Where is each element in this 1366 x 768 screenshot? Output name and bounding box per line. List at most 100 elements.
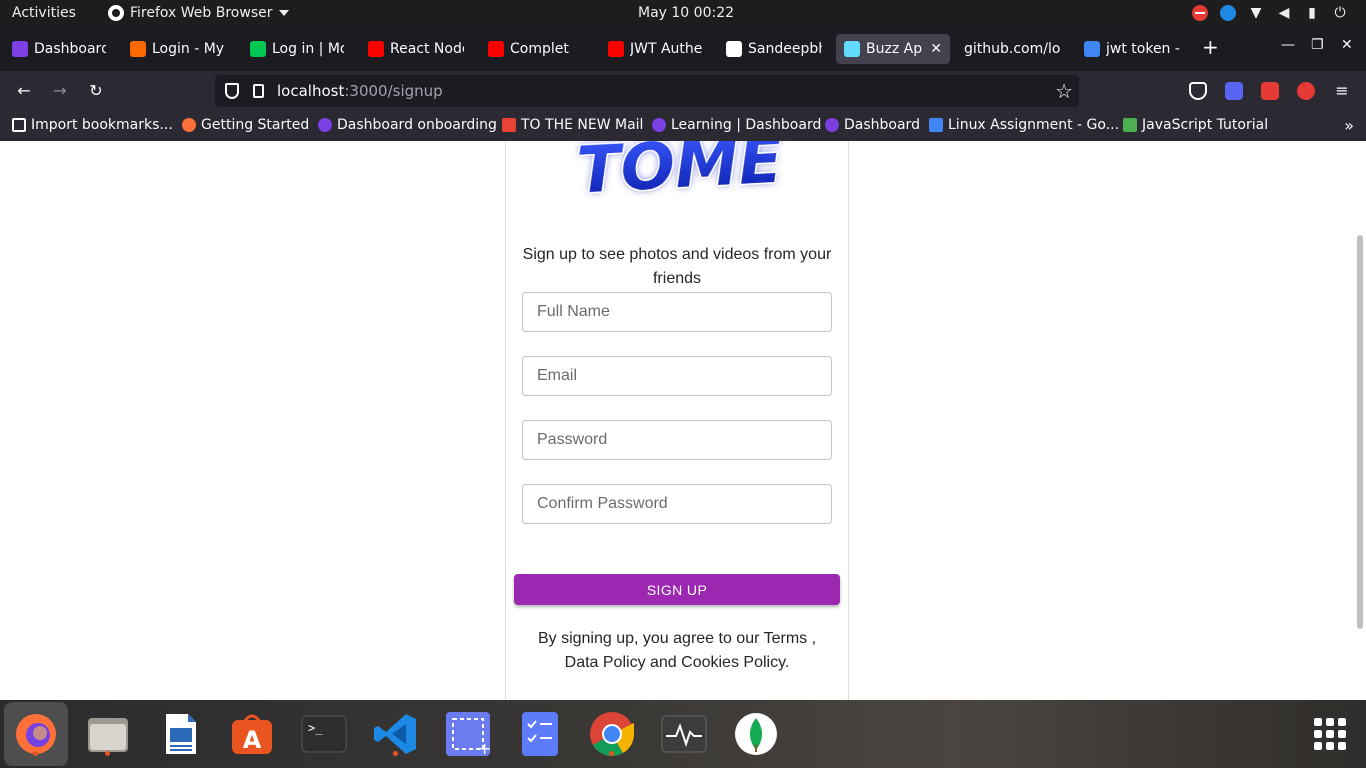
bookmark-javascript-tutorial[interactable]: JavaScript Tutorial	[1123, 117, 1268, 133]
zoom-extension-icon[interactable]	[1225, 82, 1243, 100]
email-input[interactable]	[522, 356, 832, 396]
new-tab-button[interactable]: +	[1202, 37, 1219, 57]
bookmark-dashboard-onboarding[interactable]: Dashboard onboarding	[318, 117, 497, 133]
sync-icon[interactable]	[1220, 5, 1236, 21]
firefox-favicon-icon	[182, 118, 196, 132]
tab-dashboard[interactable]: Dashboard	[4, 34, 114, 64]
gmail-icon	[502, 118, 516, 132]
bookmark-star-icon[interactable]: ☆	[1055, 79, 1073, 103]
tab-label: Buzz App	[866, 41, 923, 57]
signup-button[interactable]: SIGN UP	[514, 574, 840, 605]
system-top-bar: Activities Firefox Web Browser May 10 00…	[0, 0, 1366, 27]
tab-label: JWT Authe	[630, 41, 703, 57]
app-menu[interactable]: Firefox Web Browser	[108, 5, 289, 21]
youtube-favicon-icon	[368, 41, 384, 57]
bookmark-import[interactable]: Import bookmarks...	[12, 117, 173, 133]
tab-react-node[interactable]: React Node	[360, 34, 472, 64]
bookmark-label: Linux Assignment - Go...	[948, 117, 1120, 133]
tab-login[interactable]: Login - My	[122, 34, 234, 64]
tab-label: Sandeepbh	[748, 41, 822, 57]
battery-icon[interactable]: ▮	[1304, 5, 1320, 21]
vscode-dock-icon[interactable]	[372, 710, 420, 758]
app-menu-label: Firefox Web Browser	[130, 5, 273, 21]
hamburger-menu-icon[interactable]: ≡	[1331, 81, 1353, 101]
tab-label: Login - My	[152, 41, 225, 57]
power-icon[interactable]: ⏻	[1332, 5, 1348, 21]
tab-jwt-token[interactable]: jwt token -	[1076, 34, 1188, 64]
software-center-dock-icon[interactable]: A	[228, 710, 276, 758]
activities-button[interactable]: Activities	[12, 5, 76, 21]
mongodb-compass-dock-icon[interactable]	[732, 710, 780, 758]
tasks-dock-icon[interactable]	[516, 710, 564, 758]
page-info-icon[interactable]	[253, 84, 264, 98]
screenshot-dock-icon[interactable]: +	[444, 710, 492, 758]
tab-jwt-auth[interactable]: JWT Authe	[600, 34, 712, 64]
full-name-input[interactable]	[522, 292, 832, 332]
files-dock-icon[interactable]	[84, 710, 132, 758]
confirm-password-input[interactable]	[522, 484, 832, 524]
reload-button[interactable]: ↻	[85, 81, 107, 101]
maximize-window-button[interactable]: ❐	[1311, 37, 1324, 53]
password-input[interactable]	[522, 420, 832, 460]
libreoffice-writer-dock-icon[interactable]	[156, 710, 204, 758]
system-monitor-dock-icon[interactable]	[660, 710, 708, 758]
ubuntu-dock: A >_ +	[0, 700, 1366, 768]
terminal-dock-icon[interactable]: >_	[300, 710, 348, 758]
page-viewport: TOME Sign up to see photos and videos fr…	[0, 141, 1366, 700]
dashboard-favicon-icon	[825, 118, 839, 132]
address-bar[interactable]: localhost:3000/signup ☆	[215, 75, 1079, 107]
tab-github-login[interactable]: github.com/lo	[956, 34, 1068, 64]
tab-label: Log in | Mo	[272, 41, 344, 57]
bookmark-learning-dashboard[interactable]: Learning | Dashboard	[652, 117, 821, 133]
firefox-dock-icon[interactable]	[12, 710, 60, 758]
wifi-icon[interactable]: ▼	[1248, 5, 1264, 21]
show-applications-icon[interactable]	[1314, 718, 1346, 750]
bookmark-linux-assignment[interactable]: Linux Assignment - Go...	[929, 117, 1119, 133]
bookmark-label: Learning | Dashboard	[671, 117, 822, 133]
tab-log-in[interactable]: Log in | Mo	[242, 34, 352, 64]
chevron-down-icon	[278, 10, 289, 16]
volume-icon[interactable]: ◀	[1276, 5, 1292, 21]
chrome-dock-icon[interactable]	[588, 710, 636, 758]
page-scrollbar[interactable]	[1357, 235, 1363, 629]
navigation-toolbar: ← → ↻ localhost:3000/signup ☆ ≡	[0, 71, 1366, 112]
tab-label: React Node	[390, 41, 464, 57]
running-indicator	[393, 751, 398, 756]
tab-complete[interactable]: Complet	[480, 34, 592, 64]
tracking-protection-icon[interactable]	[225, 83, 239, 99]
dashboard-favicon-icon	[12, 41, 28, 57]
tab-label: Dashboard	[34, 41, 106, 57]
dashboard-favicon-icon	[318, 118, 332, 132]
minimize-window-button[interactable]: —	[1281, 37, 1295, 53]
youtube-favicon-icon	[608, 41, 624, 57]
bookmark-mail[interactable]: TO THE NEW Mail	[502, 117, 643, 133]
do-not-disturb-icon[interactable]	[1192, 5, 1208, 21]
bookmark-label: JavaScript Tutorial	[1142, 117, 1269, 133]
react-favicon-icon	[844, 41, 860, 57]
tab-label: jwt token -	[1106, 41, 1180, 57]
bookmark-label: Dashboard	[844, 117, 920, 133]
bookmark-label: Dashboard onboarding	[337, 117, 497, 133]
close-window-button[interactable]: ✕	[1341, 37, 1353, 53]
forward-button[interactable]: →	[49, 81, 71, 101]
close-tab-icon[interactable]: ✕	[930, 41, 942, 57]
pocket-icon[interactable]	[1189, 82, 1207, 100]
extension-icon[interactable]	[1261, 82, 1279, 100]
svg-text:>_: >_	[308, 721, 323, 735]
tab-strip: Dashboard Login - My Log in | Mo React N…	[0, 27, 1366, 71]
clock[interactable]: May 10 00:22	[638, 5, 734, 21]
tab-label: Complet	[510, 41, 569, 57]
github-favicon-icon	[726, 41, 742, 57]
system-tray[interactable]: ▼ ◀ ▮ ⏻	[1192, 5, 1348, 21]
more-bookmarks-chevron-icon[interactable]: »	[1344, 116, 1354, 135]
url-text[interactable]: localhost:3000/signup	[277, 82, 443, 100]
tab-buzz-app[interactable]: Buzz App ✕	[836, 34, 950, 64]
tab-github[interactable]: Sandeepbh	[718, 34, 830, 64]
tome-logo: TOME	[574, 141, 786, 203]
signup-card: TOME Sign up to see photos and videos fr…	[505, 141, 849, 700]
bookmark-label: Import bookmarks...	[31, 117, 173, 133]
bookmark-getting-started[interactable]: Getting Started	[182, 117, 309, 133]
back-button[interactable]: ←	[13, 81, 35, 101]
bookmark-dashboard[interactable]: Dashboard	[825, 117, 920, 133]
adblock-plus-icon[interactable]	[1297, 82, 1315, 100]
